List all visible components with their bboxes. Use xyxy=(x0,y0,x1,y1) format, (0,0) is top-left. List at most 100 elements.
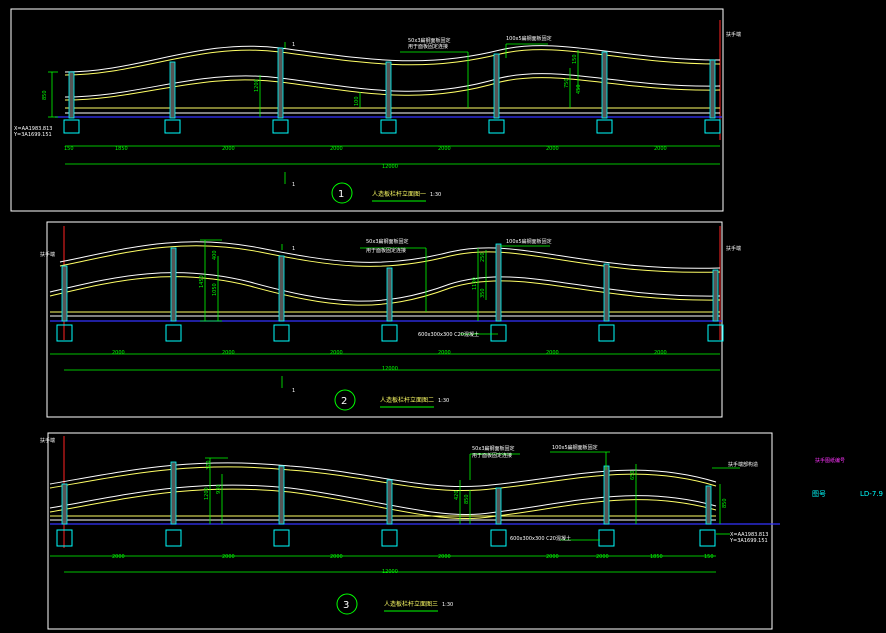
panel-3-post xyxy=(386,479,393,525)
panel-1-post xyxy=(493,53,500,119)
panel-3-span: 2000 xyxy=(330,554,343,560)
panel-3-span: 1850 xyxy=(650,554,663,560)
panel-1-note-2: Y=3A1699.151 xyxy=(13,132,52,138)
panel-2-section-mark-bottom: 1 xyxy=(292,388,295,394)
panel-1-callout-a: 50x3扁钢面板固定 xyxy=(408,37,451,44)
panel-2-scale: 1:30 xyxy=(438,398,449,404)
panel-2-post xyxy=(386,267,393,322)
panel-2-section-mark: 1 xyxy=(292,246,295,252)
panel-3-scale: 1:30 xyxy=(442,602,453,608)
panel-1-footing xyxy=(164,119,181,134)
panel-2-dim-e: 250 xyxy=(480,252,486,262)
panel-3-span: 2000 xyxy=(112,554,125,560)
panel-3-callout-a: 50x3扁钢面板固定 xyxy=(472,445,515,452)
panel-3-footing xyxy=(490,529,507,547)
panel-1-dim-c: 750 xyxy=(564,78,570,88)
panel-2-callout-a2: 用于面板固定连接 xyxy=(366,247,406,254)
panel-1-span: 2000 xyxy=(330,146,343,152)
panel-1-span: 150 xyxy=(64,146,74,152)
panel-2-callout-a: 50x3扁钢面板固定 xyxy=(366,238,409,245)
panel-2-dim-f: 350 xyxy=(480,288,486,298)
panel-1-post xyxy=(385,61,392,119)
panel-3-total: 12000 xyxy=(382,569,398,575)
panel-1-span: 2000 xyxy=(654,146,667,152)
elevation-panel-1: 扶手端 850 1200 100 150 750 450 1 1 50x3扁钢面… xyxy=(10,8,741,212)
panel-3-post xyxy=(61,483,68,525)
panel-1-span: 2000 xyxy=(546,146,559,152)
panel-2-footing xyxy=(165,324,182,342)
sheet-code: LD-7.9 xyxy=(860,490,883,498)
panel-2-footing-note: 600x300x300 C20混凝土 xyxy=(418,331,479,338)
panel-2-posts xyxy=(56,243,724,342)
panel-1-span: 2000 xyxy=(222,146,235,152)
panel-2-span: 2000 xyxy=(112,350,125,356)
panel-1-footing xyxy=(380,119,397,134)
panel-3-dim-f: 650 xyxy=(630,470,636,480)
panel-1-section-mark-bottom: 1 xyxy=(292,182,295,188)
panel-1-section-mark: 1 xyxy=(292,42,295,48)
panel-2-dim-d: 1100 xyxy=(472,277,478,290)
panel-1-post xyxy=(601,51,608,119)
panel-2-total: 12000 xyxy=(382,366,398,372)
panel-2-post xyxy=(712,269,719,322)
panel-2-span: 2000 xyxy=(546,350,559,356)
panel-3-dim-a: 1200 xyxy=(204,487,210,500)
panel-1-right-label: 扶手端 xyxy=(726,31,741,38)
panel-1-span: 1850 xyxy=(115,146,128,152)
panel-3-dim-end: 850 xyxy=(722,498,728,508)
panel-2-post xyxy=(495,243,502,322)
panel-2-footing xyxy=(381,324,398,342)
sheet-label: 图号 xyxy=(812,490,826,498)
panel-3-dimensions: 1200 930 370 420 850 650 850 50x3扁钢面板固定 … xyxy=(50,444,768,575)
panel-3-mid-rail xyxy=(49,484,717,516)
panel-3-number: 3 xyxy=(343,600,349,611)
panel-1-frame xyxy=(10,8,724,212)
panel-2-footing xyxy=(707,324,724,342)
panel-1-callout-b: 100x5扁钢面板固定 xyxy=(506,35,552,42)
panel-2-mid-rail xyxy=(49,272,721,302)
panel-1-post xyxy=(68,71,75,119)
panel-2-callout-b: 100x5扁钢面板固定 xyxy=(506,238,552,245)
panel-3-dim-c: 370 xyxy=(206,460,212,470)
panel-2-top-rail xyxy=(59,241,721,269)
panel-2-right-label: 扶手端 xyxy=(726,245,741,252)
panel-2-dim-a: 1450 xyxy=(199,275,205,288)
panel-2-footing xyxy=(598,324,615,342)
panel-3-footing xyxy=(273,529,290,547)
panel-3-rails xyxy=(49,462,780,525)
panel-1-title: 人造板栏杆立面图一 xyxy=(372,190,426,198)
panel-3-post xyxy=(705,485,712,525)
panel-2-footing xyxy=(273,324,290,342)
panel-3-title: 人造板栏杆立面图三 xyxy=(384,600,438,608)
panel-2-post xyxy=(61,265,68,322)
sheet-magenta-label: 扶手图纸编号 xyxy=(815,457,845,464)
panel-3-callout-a2: 用于面板固定连接 xyxy=(472,452,512,459)
panel-3-span: 2000 xyxy=(596,554,609,560)
panel-2-title-block: 2 人造板栏杆立面图二 1:30 xyxy=(334,389,449,411)
panel-3-footing-note: 600x300x300 C20混凝土 xyxy=(510,535,571,542)
panel-2-span: 2000 xyxy=(438,350,451,356)
panel-1-dim-b: 150 xyxy=(572,54,578,64)
panel-1-scale: 1:30 xyxy=(430,192,441,198)
panel-3-span: 150 xyxy=(704,554,714,560)
panel-2-post xyxy=(603,263,610,322)
panel-3-right-note-2: Y=3A1699.151 xyxy=(729,538,768,544)
panel-1-number: 1 xyxy=(338,189,344,200)
panel-3-footing xyxy=(381,529,398,547)
panel-3-post xyxy=(170,461,177,525)
panel-2-footing xyxy=(490,324,507,342)
panel-1-footing xyxy=(63,119,80,134)
panel-3-post xyxy=(495,487,502,525)
panel-3-span: 2000 xyxy=(222,554,235,560)
panel-1-callout-a2: 用于面板固定连接 xyxy=(408,43,448,50)
panel-3-frame xyxy=(47,432,773,630)
panel-1-footing xyxy=(488,119,505,134)
panel-1-footing xyxy=(704,119,721,134)
panel-3-post xyxy=(603,465,610,525)
panel-1-post xyxy=(709,59,716,119)
panel-3-post xyxy=(278,465,285,525)
panel-1-mid-rail xyxy=(64,73,721,98)
panel-3-callout-b: 100x5扁钢面板固定 xyxy=(552,444,598,451)
panel-2-post xyxy=(278,255,285,322)
panel-2-dim-c: 400 xyxy=(212,250,218,260)
